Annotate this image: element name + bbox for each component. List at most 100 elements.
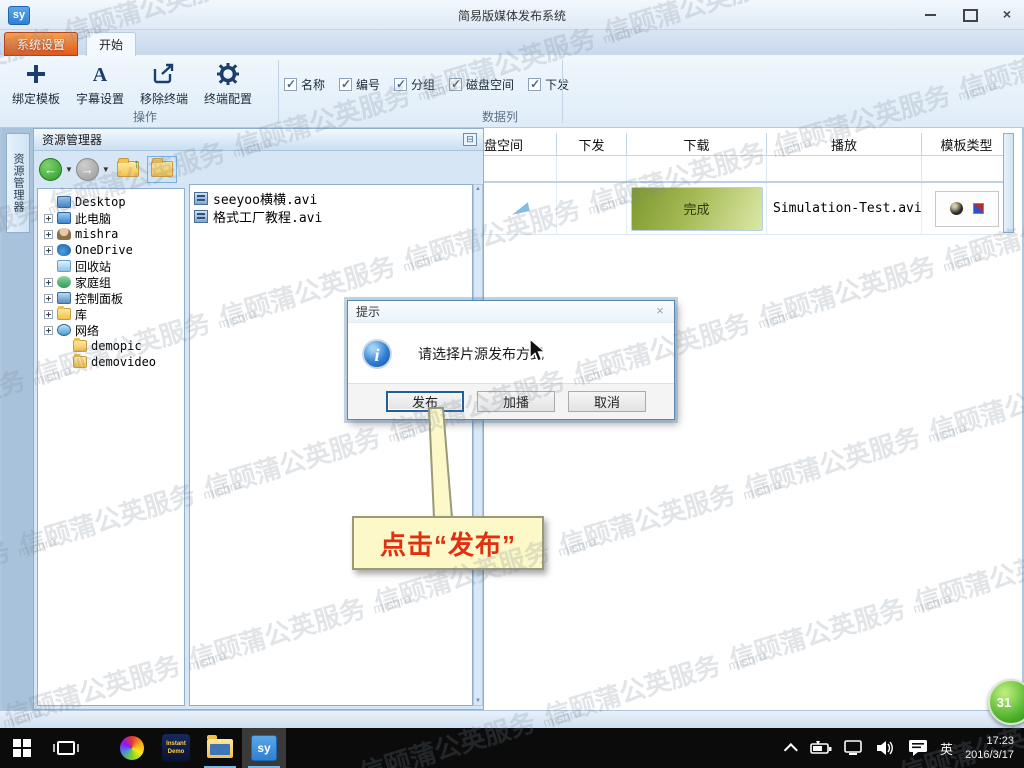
computer-icon	[57, 212, 71, 224]
tree-item-demopic[interactable]: demopic	[38, 338, 184, 354]
template-type-cell[interactable]	[935, 191, 999, 227]
back-dropdown-icon[interactable]: ▼	[65, 165, 73, 174]
collapsed-panel-tab[interactable]	[1003, 133, 1014, 233]
dialog-footer: 发布加播取消	[348, 383, 674, 419]
folder-icon	[73, 340, 87, 352]
taskbar-clock[interactable]: 17:23 2016/3/17	[965, 734, 1014, 763]
taskbar-app-instant-demo[interactable]: Instant Demo	[154, 728, 198, 768]
start-button[interactable]	[0, 728, 44, 768]
file-list-scrollbar[interactable]	[473, 184, 483, 706]
tree-item-库[interactable]: 库	[38, 306, 184, 322]
resource-manager-side-tab[interactable]: 资源管理器	[6, 133, 30, 233]
tree-item-mishra[interactable]: mishra	[38, 226, 184, 242]
taskbar-app-file-explorer[interactable]	[198, 728, 242, 768]
ribbon-button-1[interactable]: A 字幕设置	[68, 58, 132, 112]
taskbar-app-media[interactable]	[110, 728, 154, 768]
maximize-button[interactable]	[958, 5, 980, 23]
group-separator	[278, 60, 279, 123]
tree-item-label: Desktop	[75, 195, 126, 209]
network-icon	[57, 324, 71, 336]
expand-icon[interactable]	[44, 326, 53, 335]
tree-item-label: 网络	[75, 322, 99, 339]
battery-icon[interactable]	[810, 741, 832, 755]
instant-demo-icon: Instant Demo	[162, 734, 190, 762]
tree-item-网络[interactable]: 网络	[38, 322, 184, 338]
task-view-icon	[57, 741, 75, 755]
explorer-header-title: 资源管理器	[42, 133, 102, 147]
expand-icon[interactable]	[44, 278, 53, 287]
tray-chevron-icon[interactable]	[784, 743, 798, 757]
file-item-1[interactable]: 格式工厂教程.avi	[194, 207, 472, 225]
expand-icon[interactable]	[44, 214, 53, 223]
tree-item-OneDrive[interactable]: OneDrive	[38, 242, 184, 258]
column-header-3[interactable]: 播放	[767, 133, 922, 156]
notification-icon[interactable]	[908, 739, 928, 757]
file-item-0[interactable]: seeyoo横横.avi	[194, 189, 472, 207]
forward-dropdown-icon[interactable]: ▼	[102, 165, 110, 174]
tree-item-控制面板[interactable]: 控制面板	[38, 290, 184, 306]
tree-item-label: demopic	[91, 339, 142, 353]
font-icon: A	[87, 61, 113, 87]
column-header-0[interactable]: 磁盘空间	[484, 133, 557, 156]
playing-file-name: Simulation-Test.avi	[773, 201, 922, 216]
template-sphere-icon	[950, 202, 963, 215]
table-header-row: 磁盘空间下发下载播放模板类型	[484, 133, 1014, 156]
tree-item-label: 库	[75, 306, 87, 323]
dialog-button-取消[interactable]: 取消	[568, 391, 646, 412]
tree-item-Desktop[interactable]: Desktop	[38, 194, 184, 210]
tree-item-回收站[interactable]: 回收站	[38, 258, 184, 274]
expand-icon[interactable]	[44, 310, 53, 319]
ribbon-tab-1[interactable]: 开始	[86, 32, 136, 56]
tree-item-此电脑[interactable]: 此电脑	[38, 210, 184, 226]
ribbon-button-0[interactable]: 绑定模板	[4, 58, 68, 112]
video-file-icon	[194, 210, 208, 223]
table-row[interactable]: 完成 Simulation-Test.avi	[484, 183, 1012, 235]
expand-icon[interactable]	[44, 230, 53, 239]
ribbon-button-label: 字幕设置	[76, 90, 124, 107]
dialog-button-发布[interactable]: 发布	[386, 391, 464, 412]
column-checkbox-0[interactable]: 名称	[284, 76, 325, 93]
dialog-button-加播[interactable]: 加播	[477, 391, 555, 412]
column-header-1[interactable]: 下发	[557, 133, 627, 156]
column-checkbox-3[interactable]: 磁盘空间	[449, 76, 514, 93]
column-header-4[interactable]: 模板类型	[922, 133, 1012, 156]
checkbox-label: 编号	[356, 76, 380, 93]
checkbox-icon	[449, 78, 462, 91]
volume-icon[interactable]	[876, 740, 896, 756]
expand-icon[interactable]	[44, 246, 53, 255]
clock-time: 17:23	[965, 734, 1014, 748]
dialog-close-icon[interactable]: ×	[652, 303, 668, 319]
pin-icon[interactable]: ⊟	[463, 133, 477, 146]
ribbon-button-2[interactable]: 移除终端	[132, 58, 196, 112]
tree-item-label: demovideo	[91, 355, 156, 369]
info-icon: i	[362, 339, 392, 369]
tree-item-demovideo[interactable]: demovideo	[38, 354, 184, 370]
task-view-button[interactable]	[44, 728, 88, 768]
expand-icon[interactable]	[44, 294, 53, 303]
back-button[interactable]: ←	[39, 158, 62, 181]
desktop-icon	[57, 196, 71, 208]
tree-item-家庭组[interactable]: 家庭组	[38, 274, 184, 290]
minimize-button[interactable]	[920, 5, 942, 23]
ribbon-tab-0[interactable]: 系统设置	[4, 32, 78, 56]
checkbox-icon	[284, 78, 297, 91]
column-checkbox-1[interactable]: 编号	[339, 76, 380, 93]
taskbar: Instant Demo sy	[0, 728, 1024, 768]
ribbon-button-label: 终端配置	[204, 90, 252, 107]
publish-dialog: 提示 × i 请选择片源发布方式 发布加播取消	[347, 300, 675, 420]
ime-indicator[interactable]: 英	[940, 739, 953, 758]
group-label-actions: 操作	[90, 108, 200, 125]
folder-tree: Desktop此电脑mishraOneDrive回收站家庭组控制面板库网络dem…	[37, 188, 185, 706]
taskbar-app-seeyoo[interactable]: sy	[242, 728, 286, 768]
column-checkbox-2[interactable]: 分组	[394, 76, 435, 93]
ribbon-button-3[interactable]: 终端配置	[196, 58, 260, 112]
template-grid-icon	[973, 203, 984, 214]
callout-bubble: 点击“发布”	[352, 516, 544, 570]
up-folder-button[interactable]: ↑	[117, 161, 139, 177]
open-folder-button[interactable]	[147, 156, 177, 183]
network-icon[interactable]	[844, 740, 864, 756]
forward-button[interactable]: →	[76, 158, 99, 181]
plus-icon	[23, 61, 49, 87]
close-button[interactable]: ×	[996, 5, 1018, 23]
column-header-2[interactable]: 下载	[627, 133, 767, 156]
